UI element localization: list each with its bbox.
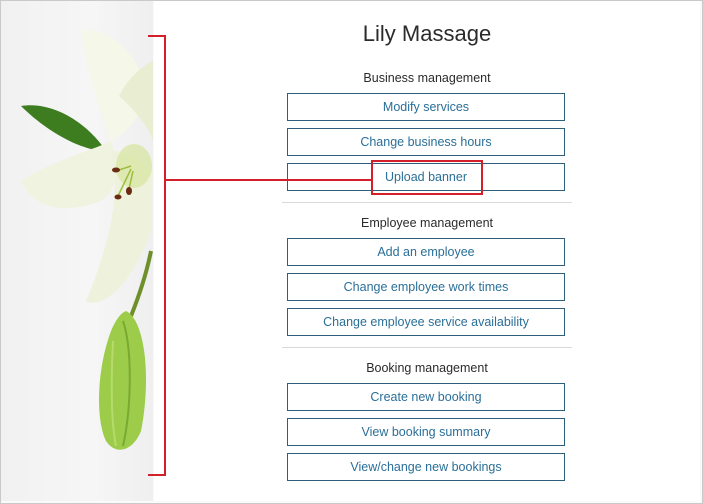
section-divider	[282, 347, 572, 348]
lily-banner-image	[1, 1, 153, 501]
create-new-booking-button[interactable]: Create new booking	[287, 383, 565, 411]
change-business-hours-button[interactable]: Change business hours	[287, 128, 565, 156]
page-title: Lily Massage	[362, 21, 492, 46]
upload-banner-highlight	[371, 160, 483, 195]
lily-flower-icon	[21, 30, 153, 450]
section-heading-business: Business management	[363, 71, 491, 85]
section-divider	[282, 202, 572, 203]
add-employee-button[interactable]: Add an employee	[287, 238, 565, 266]
section-heading-booking: Booking management	[366, 361, 488, 375]
annotation-connector-line	[166, 179, 371, 181]
change-employee-work-times-button[interactable]: Change employee work times	[287, 273, 565, 301]
change-employee-service-availability-button[interactable]: Change employee service availability	[287, 308, 565, 336]
view-change-new-bookings-button[interactable]: View/change new bookings	[287, 453, 565, 481]
modify-services-button[interactable]: Modify services	[287, 93, 565, 121]
main-content: Lily Massage Business management Modify …	[154, 1, 700, 501]
view-booking-summary-button[interactable]: View booking summary	[287, 418, 565, 446]
section-heading-employee: Employee management	[360, 216, 494, 230]
annotation-bracket-bottom	[148, 474, 166, 476]
annotation-bracket	[164, 35, 166, 476]
